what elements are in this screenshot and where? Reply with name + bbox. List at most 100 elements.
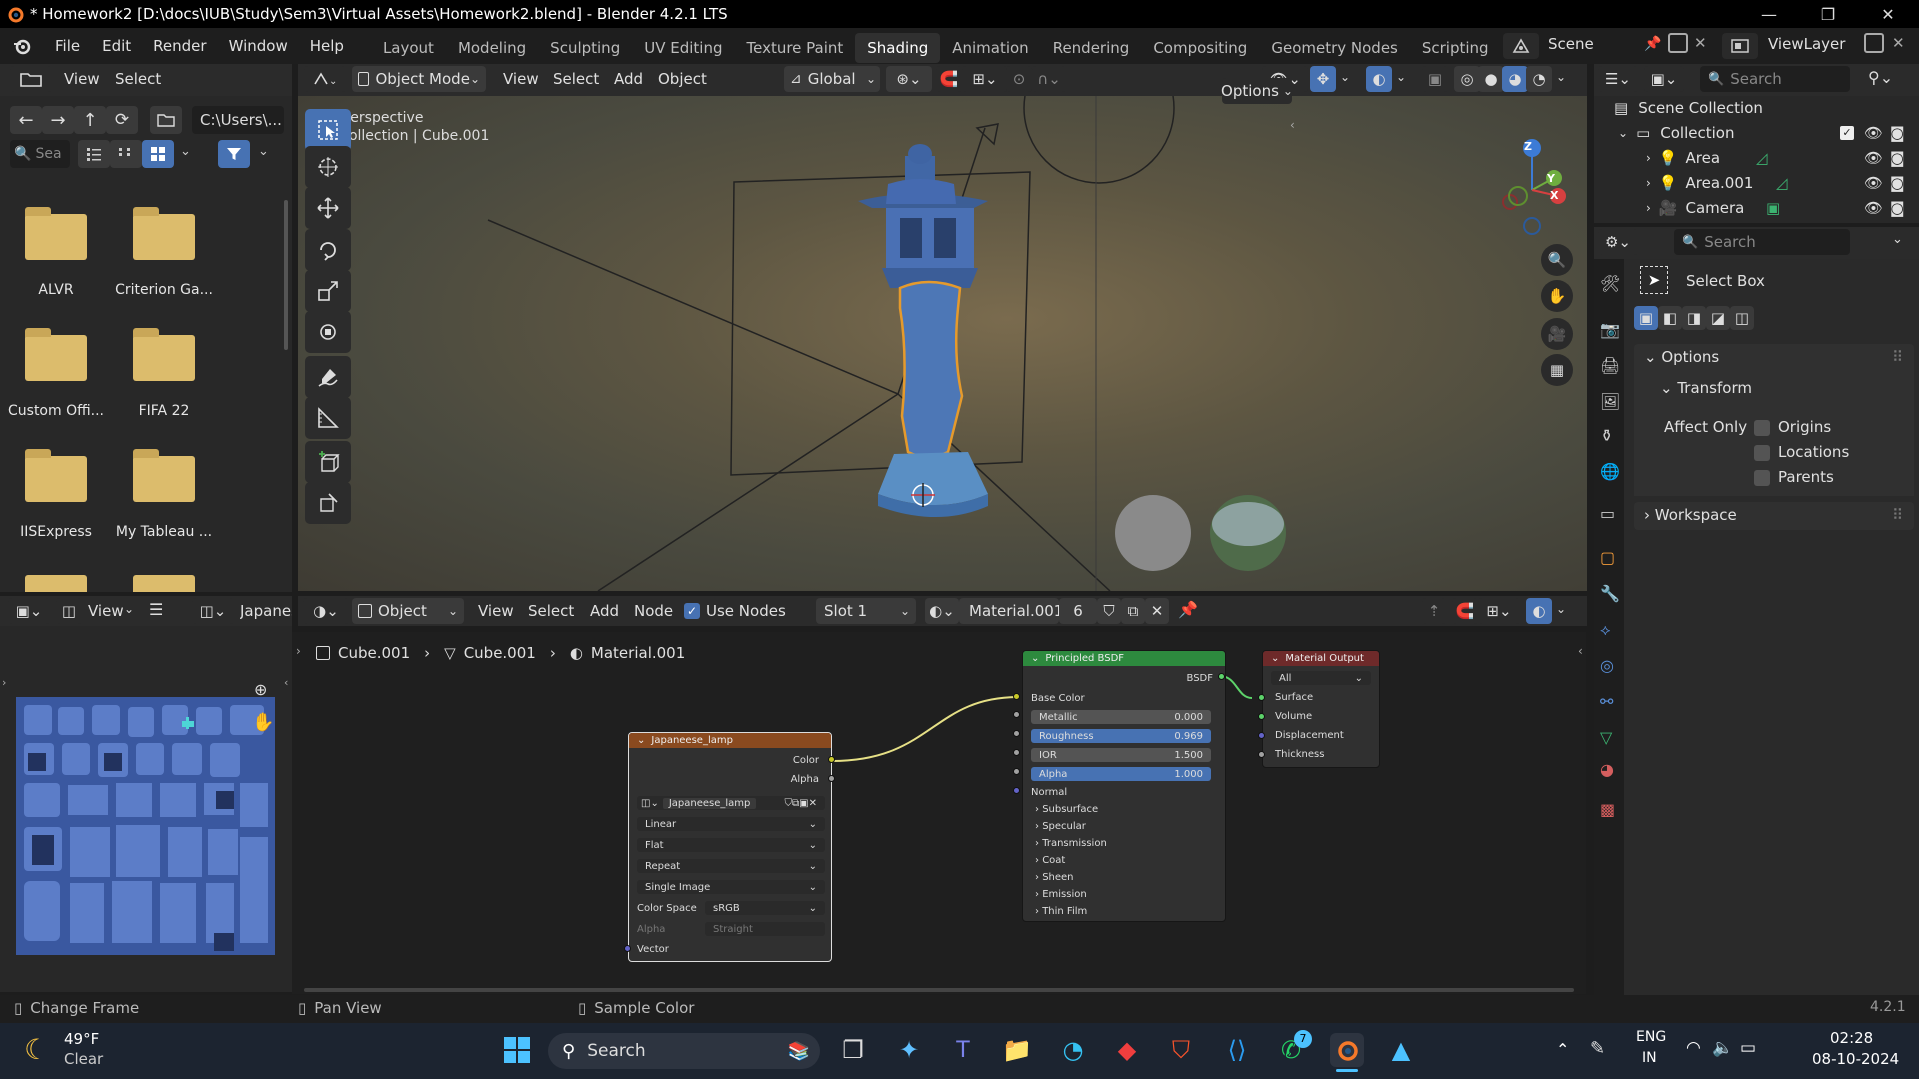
scene-name[interactable]: Scene <box>1548 35 1594 53</box>
image-browse-icon[interactable]: ◫⌄ <box>192 598 234 624</box>
solid-shading-icon[interactable]: ● <box>1478 66 1504 92</box>
clock-date[interactable]: 08-10-2024 <box>1812 1050 1899 1068</box>
scale-tool-icon[interactable] <box>305 270 351 312</box>
alpha-mode-dropdown[interactable]: Straight <box>705 922 825 936</box>
sheen-panel[interactable]: › Sheen <box>1023 872 1225 883</box>
node-editor-horizontal-scrollbar[interactable] <box>304 988 1574 992</box>
workspace-tab-sculpting[interactable]: Sculpting <box>538 33 632 63</box>
new-view-layer-icon[interactable] <box>1864 33 1884 53</box>
measure-tool-icon[interactable] <box>305 397 351 439</box>
filter-icon[interactable] <box>218 140 250 168</box>
collapse-chevron-icon[interactable]: ⌄ <box>637 735 645 746</box>
base-color-input-socket[interactable] <box>1013 693 1020 700</box>
photos-app-icon[interactable]: ▲ <box>1384 1033 1418 1067</box>
show-hidden-icons-chevron-up-icon[interactable]: ⌃ <box>1556 1040 1569 1059</box>
file-browser-menu-select[interactable]: Select <box>115 70 161 88</box>
zoom-image-icon[interactable]: ⊕ <box>254 680 276 702</box>
extension-dropdown[interactable]: Repeat ⌄ <box>637 859 825 873</box>
material-output-node[interactable]: ⌄ Material Output All ⌄ Surface Volume D… <box>1262 650 1380 768</box>
physics-tab-icon[interactable]: ◎ <box>1600 656 1614 675</box>
world-tab-icon[interactable]: 🌐 <box>1600 462 1620 481</box>
folder-icon[interactable] <box>133 575 195 592</box>
pin-scene-icon[interactable]: 📌 <box>1644 36 1661 52</box>
file-browser-scrollbar[interactable] <box>284 200 288 350</box>
pin-icon[interactable]: 📌 <box>1178 600 1198 619</box>
drag-handle-icon[interactable]: ⠿ <box>1892 348 1903 366</box>
drag-handle-icon[interactable]: ⠿ <box>1892 506 1903 524</box>
cursor-transform-tool-icon[interactable] <box>305 482 351 524</box>
workspace-tab-rendering[interactable]: Rendering <box>1041 33 1142 63</box>
particles-tab-icon[interactable]: ⟡ <box>1600 620 1611 640</box>
blender-taskbar-icon[interactable] <box>1330 1033 1364 1067</box>
render-camera-icon[interactable]: ◙ <box>1890 149 1905 167</box>
annotate-tool-icon[interactable] <box>305 356 351 398</box>
node-snap-toggle-icon[interactable]: 🧲 <box>1452 598 1478 624</box>
material-name-field[interactable]: Material.001 <box>959 598 1063 624</box>
interpolation-dropdown[interactable]: Linear ⌄ <box>637 817 825 831</box>
workspace-tab-uv-editing[interactable]: UV Editing <box>632 33 734 63</box>
viewport-menu-object[interactable]: Object <box>658 70 707 88</box>
rotate-tool-icon[interactable] <box>305 229 351 271</box>
locations-checkbox[interactable] <box>1754 445 1770 461</box>
node-overlays-chevron-down-icon[interactable]: ⌄ <box>1556 602 1566 616</box>
wifi-icon[interactable]: ◠ <box>1686 1038 1701 1058</box>
browse-material-icon[interactable]: ◐⌄ <box>925 598 959 624</box>
menu-help[interactable]: Help <box>299 28 355 64</box>
delete-view-layer-icon[interactable]: ✕ <box>1892 34 1905 52</box>
falloff-icon[interactable]: ∩⌄ <box>1032 66 1066 92</box>
view-layer-tab-icon[interactable]: 🖼 <box>1600 392 1620 411</box>
unlink-material-icon[interactable]: ✕ <box>1145 598 1169 624</box>
image-editor-menu-view[interactable]: View <box>88 602 124 620</box>
workspace-tab-texture-paint[interactable]: Texture Paint <box>734 33 855 63</box>
folder-icon[interactable] <box>133 328 195 381</box>
origins-checkbox[interactable] <box>1754 420 1770 436</box>
view-layer-icon[interactable] <box>1722 33 1758 59</box>
visibility-eye-icon[interactable]: 👁 <box>1864 199 1883 217</box>
constraints-tab-icon[interactable]: ⚯ <box>1600 692 1613 711</box>
language-in[interactable]: IN <box>1642 1050 1657 1066</box>
3d-viewport[interactable] <box>298 96 1587 591</box>
snap-target-icon[interactable]: ⊞⌄ <box>962 66 1008 92</box>
mode-set-icon[interactable]: ▣ <box>1634 306 1658 330</box>
pivot-point-icon[interactable]: ⊛⌄ <box>886 66 932 92</box>
horizontal-list-icon[interactable] <box>110 140 142 168</box>
metallic-input-socket[interactable] <box>1013 711 1020 718</box>
use-nodes-checkbox[interactable]: ✓ <box>684 603 700 619</box>
duplicate-material-icon[interactable]: ⧉ <box>1121 598 1145 624</box>
coat-panel[interactable]: › Coat <box>1023 855 1225 866</box>
subsurface-panel[interactable]: › Subsurface <box>1023 804 1225 815</box>
view-chevron-down-icon[interactable]: ⌄ <box>124 602 134 616</box>
node-menu-view[interactable]: View <box>478 602 514 620</box>
folder-icon[interactable] <box>133 207 195 260</box>
task-view-icon[interactable]: ❐ <box>836 1033 870 1067</box>
options-panel-toggle[interactable]: ⌄ Options <box>1644 348 1719 366</box>
visibility-eye-icon[interactable]: 👁 <box>1864 124 1883 142</box>
color-output-socket[interactable] <box>828 756 835 763</box>
menu-file[interactable]: File <box>44 28 91 64</box>
refresh-icon[interactable]: ⟳ <box>106 106 138 134</box>
add-cube-tool-icon[interactable] <box>305 441 351 483</box>
new-scene-icon[interactable] <box>1668 33 1688 53</box>
roughness-field[interactable]: Roughness 0.969 <box>1031 729 1211 743</box>
proportional-editing-icon[interactable]: ⊙ <box>1006 66 1032 92</box>
mode-intersect-icon[interactable]: ◫ <box>1730 306 1754 330</box>
pen-menu-icon[interactable]: ✎ <box>1590 1038 1605 1059</box>
image-actions-icon[interactable]: ⛉⧉▣✕ <box>785 798 817 809</box>
menu-edit[interactable]: Edit <box>91 28 142 64</box>
navigation-gizmo[interactable] <box>1488 136 1580 242</box>
file-search-field[interactable]: 🔍 Sea <box>10 140 70 168</box>
vertical-list-icon[interactable] <box>78 140 110 168</box>
workspace-tab-modeling[interactable]: Modeling <box>446 33 538 63</box>
outliner-item-camera[interactable]: › 🎥 Camera ▣ 👁 ◙ <box>1646 196 1918 220</box>
transform-subpanel-toggle[interactable]: ⌄ Transform <box>1660 379 1752 397</box>
file-browser-editor-type-icon[interactable] <box>10 66 52 92</box>
mode-extend-icon[interactable]: ◧ <box>1658 306 1682 330</box>
properties-editor-type-icon[interactable]: ⚙⌄ <box>1598 229 1638 255</box>
file-browser-menu-view[interactable]: View <box>64 70 100 88</box>
properties-options-chevron-down-icon[interactable]: ⌄ <box>1892 232 1903 247</box>
thumbnail-view-icon[interactable] <box>142 140 174 168</box>
weather-moon-icon[interactable]: ☾ <box>24 1033 49 1066</box>
brave-browser-icon[interactable]: ⛉ <box>1164 1033 1198 1067</box>
viewport-editor-type-icon[interactable]: ⌄ <box>304 66 346 92</box>
copilot-icon[interactable]: ✦ <box>892 1033 926 1067</box>
